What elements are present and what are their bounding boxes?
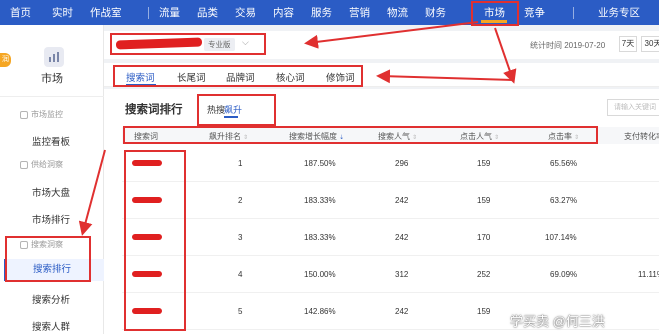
arrow-to-tabs	[494, 27, 517, 84]
arrow-to-sidebar	[78, 149, 106, 236]
arrow-to-shop	[304, 21, 479, 49]
watermark: 学买卖 @何三洪	[510, 314, 605, 329]
arrow-to-tabs-left	[376, 69, 514, 84]
annotation-arrows	[78, 21, 517, 236]
